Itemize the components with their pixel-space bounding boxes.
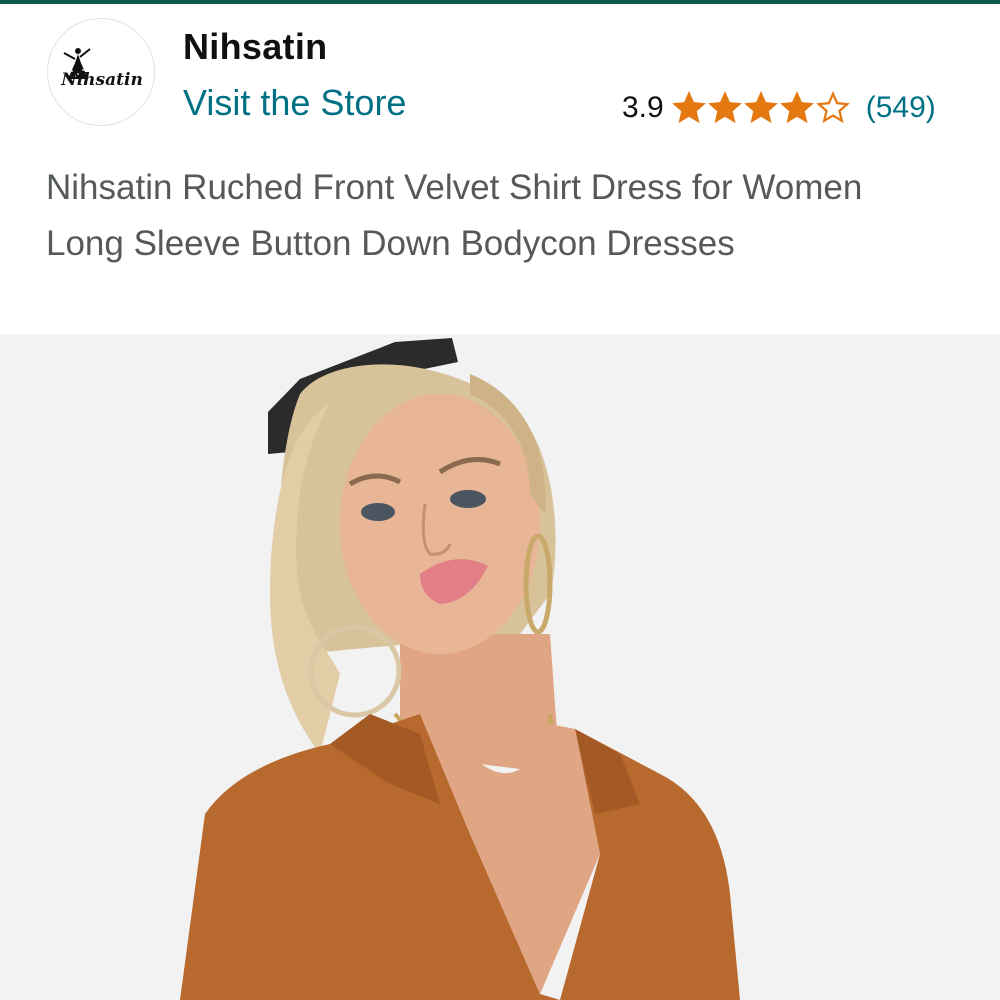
star-icon bbox=[743, 91, 778, 124]
rating-summary[interactable]: 3.9 (549) bbox=[622, 88, 936, 128]
star-icon bbox=[815, 91, 850, 124]
product-photo bbox=[180, 338, 740, 1000]
logo-text: Nihsatin bbox=[60, 70, 143, 90]
rating-value: 3.9 bbox=[622, 91, 664, 124]
star-icon bbox=[707, 91, 742, 124]
visit-store-link[interactable]: Visit the Store bbox=[183, 82, 406, 124]
product-header: Nihsatin Nihsatin Visit the Store 3.9 (5… bbox=[0, 4, 1000, 334]
product-title: Nihsatin Ruched Front Velvet Shirt Dress… bbox=[46, 168, 863, 263]
dancer-silhouette-icon: Nihsatin bbox=[60, 48, 143, 90]
star-rating bbox=[671, 91, 852, 125]
product-image[interactable] bbox=[0, 334, 1000, 1000]
star-icon bbox=[671, 91, 706, 124]
star-icon bbox=[779, 91, 814, 124]
brand-name[interactable]: Nihsatin bbox=[183, 26, 327, 68]
review-count-link[interactable]: (549) bbox=[866, 91, 936, 125]
brand-logo[interactable]: Nihsatin bbox=[47, 18, 155, 126]
